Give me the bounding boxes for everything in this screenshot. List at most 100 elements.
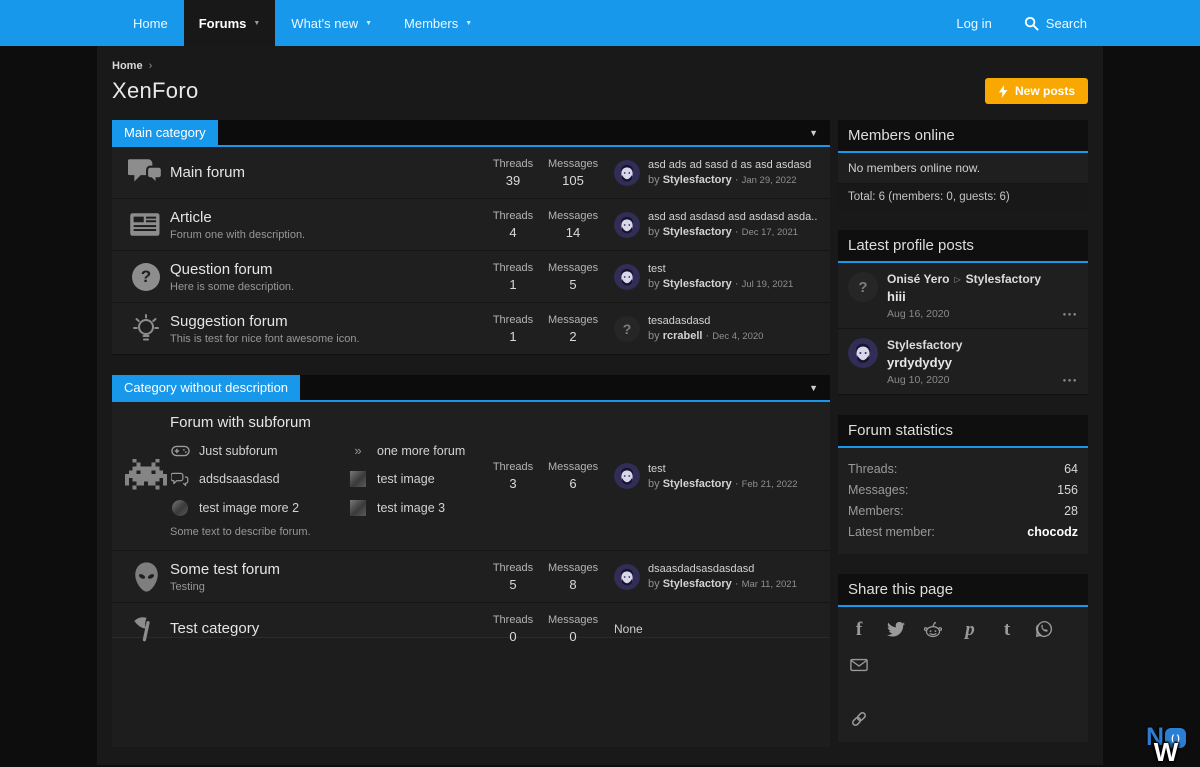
latest-post-author[interactable]: Stylesfactory: [663, 174, 732, 186]
forum-title[interactable]: Some test forum: [170, 561, 480, 578]
threads-count: 0: [488, 629, 538, 644]
subforum-link[interactable]: » one more forum: [348, 443, 538, 458]
thumbnail-image: [348, 500, 368, 516]
comments-icon: [122, 158, 170, 187]
chevron-down-icon[interactable]: ▼: [365, 20, 372, 27]
latest-profile-posts-title[interactable]: Latest profile posts: [838, 230, 1088, 263]
forum-title[interactable]: Article: [170, 209, 480, 226]
category-title-tab[interactable]: Category without description: [112, 375, 300, 400]
threads-count: 1: [488, 329, 538, 344]
subforum-label: Just subforum: [199, 444, 278, 458]
messages-label: Messages: [548, 614, 598, 626]
chevron-down-icon[interactable]: ▼: [465, 20, 472, 27]
threads-label: Threads: [488, 562, 538, 574]
latest-post-author[interactable]: Stylesfactory: [663, 278, 732, 290]
latest-post-title[interactable]: test: [648, 463, 798, 475]
nav-item-whats-new[interactable]: What's new ▼: [275, 0, 388, 46]
threads-count: 5: [488, 577, 538, 592]
twitter-icon[interactable]: [887, 620, 905, 638]
forum-title[interactable]: Main forum: [170, 164, 480, 181]
category-main: Main category ▼ Main forum: [112, 120, 830, 355]
forum-list: Main category ▼ Main forum: [112, 120, 830, 747]
forum-title[interactable]: Question forum: [170, 261, 480, 278]
forum-title[interactable]: Suggestion forum: [170, 313, 480, 330]
forum-row-main-forum: Main forum Threads39 Messages105 asd ads…: [112, 147, 830, 199]
latest-post-date: Jan 29, 2022: [742, 175, 797, 186]
reddit-icon[interactable]: [924, 620, 942, 638]
avatar[interactable]: [614, 564, 640, 590]
subforum-label: test image 3: [377, 501, 445, 515]
post-menu-icon[interactable]: ●●●: [1063, 312, 1078, 318]
profile-post-author[interactable]: Onisé Yero: [887, 272, 949, 286]
tumblr-icon[interactable]: t: [998, 620, 1016, 638]
forum-row-suggestion-forum: Suggestion forum This is test for nice f…: [112, 303, 830, 355]
login-label: Log in: [956, 16, 991, 31]
latest-post-author[interactable]: Stylesfactory: [663, 226, 732, 238]
forum-description: Here is some description.: [170, 281, 480, 293]
new-posts-button[interactable]: New posts: [985, 78, 1088, 104]
messages-label: Messages: [548, 262, 598, 274]
subforum-label: test image: [377, 472, 435, 486]
members-online-title[interactable]: Members online: [838, 120, 1088, 153]
profile-post-body: yrdydydyy: [887, 355, 962, 370]
latest-post-title[interactable]: test: [648, 263, 793, 275]
nav-item-members[interactable]: Members ▼: [388, 0, 488, 46]
latest-post-author[interactable]: Stylesfactory: [663, 478, 732, 490]
latest-post-author[interactable]: Stylesfactory: [663, 578, 732, 590]
threads-label: Threads: [488, 314, 538, 326]
latest-post-title[interactable]: asd ads ad sasd d as asd asdasd: [648, 159, 811, 171]
subforum-label: adsdsaasdasd: [199, 472, 280, 486]
messages-count: 2: [548, 329, 598, 344]
avatar[interactable]: [614, 264, 640, 290]
forum-title[interactable]: Test category: [170, 620, 480, 637]
profile-post-date[interactable]: Aug 16, 2020: [887, 308, 1041, 320]
threads-label: Threads: [488, 210, 538, 222]
login-button[interactable]: Log in: [940, 0, 1007, 46]
link-icon[interactable]: [850, 710, 868, 728]
email-icon[interactable]: [850, 656, 868, 674]
nav-item-home[interactable]: Home: [117, 0, 184, 46]
profile-post-target[interactable]: Stylesfactory: [966, 272, 1041, 286]
avatar[interactable]: [848, 338, 878, 368]
nav-forums-label: Forums: [199, 16, 247, 31]
latest-member-link[interactable]: chocodz: [1027, 525, 1078, 539]
post-menu-icon[interactable]: ●●●: [1063, 378, 1078, 384]
category-title-tab[interactable]: Main category: [112, 120, 218, 145]
avatar[interactable]: ?: [848, 272, 878, 302]
forum-title[interactable]: Forum with subforum: [170, 414, 480, 431]
stat-row-threads: Threads: 64: [848, 458, 1078, 479]
subforum-link[interactable]: test image 3: [348, 500, 538, 516]
collapse-chevron-icon[interactable]: ▼: [797, 120, 830, 145]
breadcrumb-home[interactable]: Home: [112, 60, 143, 72]
threads-label: Threads: [488, 461, 538, 473]
latest-post-title[interactable]: dsaasdadsasdasdasd: [648, 563, 797, 575]
avatar[interactable]: [614, 160, 640, 186]
facebook-icon[interactable]: f: [850, 620, 868, 638]
avatar[interactable]: [614, 212, 640, 238]
latest-post-author[interactable]: rcrabell: [663, 330, 703, 342]
latest-post-title[interactable]: asd asd asdasd asd asdasd asda..: [648, 211, 817, 223]
category-title: Main category: [124, 125, 206, 140]
messages-count: 14: [548, 225, 598, 240]
profile-post-author[interactable]: Stylesfactory: [887, 338, 962, 352]
subforum-label: one more forum: [377, 444, 465, 458]
new-posts-label: New posts: [1015, 84, 1075, 98]
chevron-down-icon[interactable]: ▼: [253, 20, 260, 27]
stat-row-messages: Messages: 156: [848, 479, 1078, 500]
avatar[interactable]: [614, 463, 640, 489]
threads-count: 1: [488, 277, 538, 292]
search-button[interactable]: Search: [1008, 0, 1103, 46]
pinterest-icon[interactable]: p: [961, 620, 979, 638]
sidebar: Members online No members online now. To…: [838, 120, 1088, 762]
nav-item-forums[interactable]: Forums ▼: [184, 0, 276, 46]
messages-count: 0: [548, 629, 598, 644]
whatsapp-icon[interactable]: [1035, 620, 1053, 638]
collapse-chevron-icon[interactable]: ▼: [797, 375, 830, 400]
subforum-link[interactable]: Just subforum: [170, 443, 338, 458]
subforum-link[interactable]: adsdsaasdasd: [170, 471, 338, 487]
lightning-bolt-icon: [998, 85, 1008, 98]
profile-post-date[interactable]: Aug 10, 2020: [887, 374, 962, 386]
avatar[interactable]: ?: [614, 316, 640, 342]
subforum-link[interactable]: test image more 2: [170, 500, 338, 516]
latest-post-title[interactable]: tesadasdasd: [648, 315, 763, 327]
